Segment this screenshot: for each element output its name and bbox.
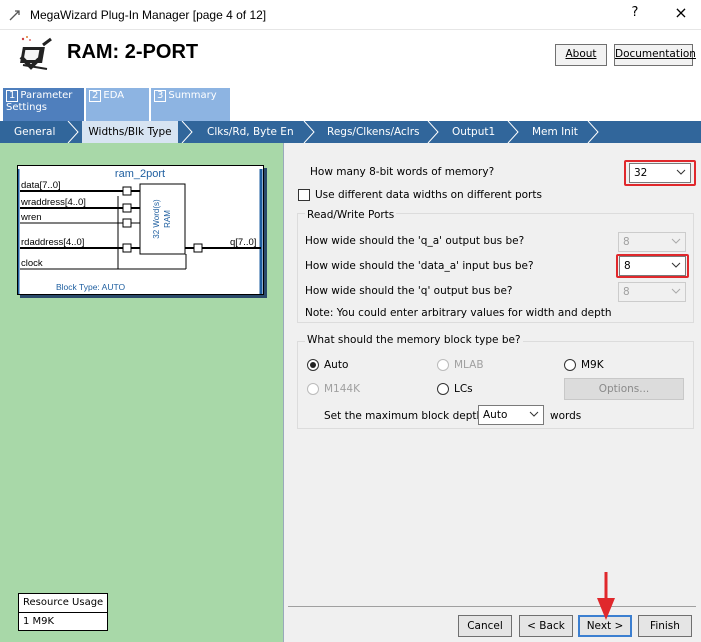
radio-m9k[interactable] xyxy=(564,359,576,371)
diff-widths-label: Use different data widths on different p… xyxy=(315,189,542,201)
data-a-question: How wide should the 'data_a' input bus b… xyxy=(305,260,534,272)
q-a-question: How wide should the 'q_a' output bus be? xyxy=(305,235,525,247)
settings-pane: How many 8-bit words of memory? 32 Use d… xyxy=(285,143,701,642)
radio-auto[interactable] xyxy=(307,359,319,371)
app-icon xyxy=(9,10,20,21)
header: RAM: 2-PORT About Documentation xyxy=(0,30,701,80)
words-question: How many 8-bit words of memory? xyxy=(310,166,495,178)
read-write-ports-title: Read/Write Ports xyxy=(305,209,397,221)
chevron-down-icon xyxy=(676,169,686,175)
data-a-width-select[interactable]: 8 xyxy=(619,256,686,276)
options-button: Options... xyxy=(564,378,684,400)
step-number: 2 xyxy=(89,90,102,102)
q-a-width-select: 8 xyxy=(618,232,686,252)
about-button[interactable]: About xyxy=(555,44,607,66)
tab-regs-clkens-aclrs[interactable]: Regs/Clkens/Aclrs xyxy=(327,121,420,143)
close-button[interactable]: × xyxy=(665,3,697,25)
back-button[interactable]: < Back xyxy=(519,615,573,637)
port-q: q[7..0] xyxy=(230,237,256,248)
tab-separator-icon xyxy=(587,121,599,143)
documentation-label: Documentation xyxy=(615,48,696,60)
memory-block-type-title: What should the memory block type be? xyxy=(305,334,523,346)
documentation-button[interactable]: Documentation xyxy=(614,44,696,66)
block-type-text: Block Type: AUTO xyxy=(56,282,126,292)
port-wraddress: wraddress[4..0] xyxy=(20,197,86,208)
port-data: data[7..0] xyxy=(21,180,61,191)
about-label: About xyxy=(565,48,597,60)
wizard-steps: 1 Parameter Settings 2 EDA 3 Summary xyxy=(0,80,701,121)
q-question: How wide should the 'q' output bus be? xyxy=(305,285,513,297)
data-a-value: 8 xyxy=(624,260,631,272)
diff-widths-checkbox[interactable] xyxy=(298,189,310,201)
port-clock: clock xyxy=(21,258,43,269)
tab-separator-icon xyxy=(427,121,439,143)
radio-lcs[interactable] xyxy=(437,383,449,395)
chevron-down-icon xyxy=(671,288,681,294)
megawizard-logo-icon xyxy=(19,36,52,70)
block-words-text: 32 Word(s) xyxy=(152,199,161,239)
tab-output1[interactable]: Output1 xyxy=(452,121,495,143)
radio-m144k-label: M144K xyxy=(324,383,360,395)
red-arrow-icon xyxy=(597,572,615,620)
chevron-down-icon xyxy=(529,411,539,417)
window-title: MegaWizard Plug-In Manager [page 4 of 12… xyxy=(30,8,267,22)
q-a-value: 8 xyxy=(623,236,630,248)
tab-separator-icon xyxy=(507,121,519,143)
q-width-select: 8 xyxy=(618,282,686,302)
tab-separator-icon xyxy=(181,121,193,143)
port-wren: wren xyxy=(20,212,42,223)
width-note: Note: You could enter arbitrary values f… xyxy=(305,307,612,319)
page-title: RAM: 2-PORT xyxy=(67,41,199,63)
max-depth-value: Auto xyxy=(483,409,508,421)
resource-usage-value: 1 M9K xyxy=(23,616,55,627)
radio-m9k-label: M9K xyxy=(581,359,604,371)
radio-mlab-label: MLAB xyxy=(454,359,484,371)
step-label: Summary xyxy=(168,90,217,101)
step-eda[interactable]: 2 EDA xyxy=(86,88,149,121)
ram-symbol-diagram: ram_2port data[7..0] wraddress[4..0] wre… xyxy=(17,165,264,295)
tab-separator-icon xyxy=(303,121,315,143)
tab-general[interactable]: General xyxy=(14,121,55,143)
max-depth-select[interactable]: Auto xyxy=(478,405,544,425)
step-label: EDA xyxy=(103,90,125,101)
tab-clks-rd-byte-en[interactable]: Clks/Rd, Byte En xyxy=(207,121,294,143)
tab-mem-init[interactable]: Mem Init xyxy=(532,121,578,143)
step-number: 1 xyxy=(6,90,19,102)
radio-m144k xyxy=(307,383,319,395)
tab-bar: General Widths/Blk Type Clks/Rd, Byte En… xyxy=(0,121,701,143)
chevron-down-icon xyxy=(671,262,681,268)
tab-separator-icon xyxy=(67,121,79,143)
block-ram-text: RAM xyxy=(163,210,172,228)
cancel-button[interactable]: Cancel xyxy=(458,615,512,637)
finish-button[interactable]: Finish xyxy=(638,615,692,637)
max-depth-label: Set the maximum block depth to xyxy=(324,410,498,422)
radio-mlab xyxy=(437,359,449,371)
step-summary[interactable]: 3 Summary xyxy=(151,88,230,121)
title-bar: MegaWizard Plug-In Manager [page 4 of 12… xyxy=(0,0,701,30)
symbol-pane: ram_2port data[7..0] wraddress[4..0] wre… xyxy=(0,143,284,642)
radio-auto-label: Auto xyxy=(324,359,349,371)
help-button[interactable]: ? xyxy=(620,5,650,25)
words-value: 32 xyxy=(634,167,648,179)
q-value: 8 xyxy=(623,286,630,298)
words-select[interactable]: 32 xyxy=(629,163,691,183)
ram-symbol-graphic: ram_2port data[7..0] wraddress[4..0] wre… xyxy=(18,168,263,294)
step-parameter-settings[interactable]: 1 Parameter Settings xyxy=(3,88,84,121)
tab-widths-blk-type[interactable]: Widths/Blk Type xyxy=(82,121,178,143)
resource-usage-title: Resource Usage xyxy=(19,594,107,613)
chevron-down-icon xyxy=(671,238,681,244)
resource-usage-box: Resource Usage 1 M9K xyxy=(18,593,108,631)
symbol-name: ram_2port xyxy=(115,168,165,180)
footer-divider xyxy=(288,606,696,607)
port-rdaddress: rdaddress[4..0] xyxy=(21,237,84,248)
step-number: 3 xyxy=(154,90,167,102)
radio-lcs-label: LCs xyxy=(454,383,473,395)
max-depth-unit: words xyxy=(550,410,582,422)
